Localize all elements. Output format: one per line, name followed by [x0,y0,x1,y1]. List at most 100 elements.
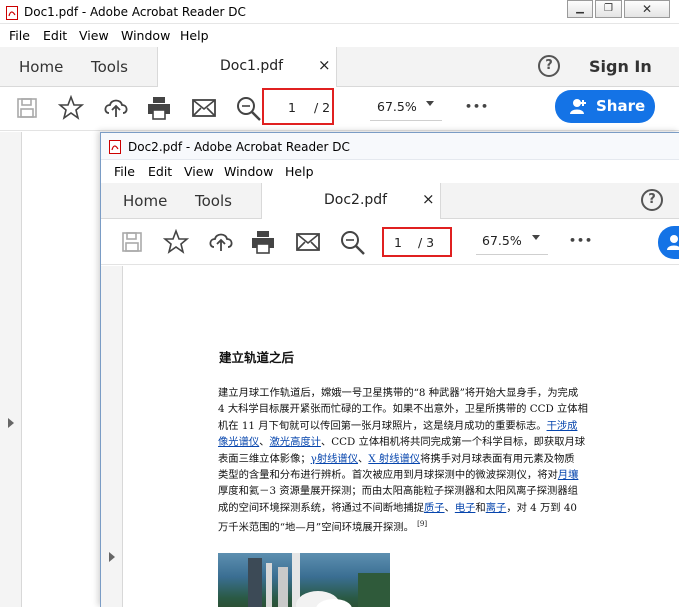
text-line: 成的空间环境探测系统，将通过不间断地捕捉质子、电子和离子，对 4 万到 40 [218,501,577,514]
text-line: 建立月球工作轨道后，嫦娥一号卫星携带的“8 种武器”将开始大显身手，为完成 [218,387,579,399]
share-button[interactable]: Share [555,90,655,123]
pdf-app-icon [6,5,18,20]
text-line: 万千米范围的“地—月”空间环境展开探测。 [9] [218,520,428,534]
tools-tab[interactable]: Tools [195,183,232,219]
zoom-dropdown[interactable]: 67.5% [370,95,442,121]
text-line: 4 大科学目标展开紧张而忙碌的工作。如果不出意外，卫星所携带的 CCD 立体相 [218,403,588,416]
zoom-dropdown[interactable]: 67.5% [476,229,548,255]
link-gamma-spectrometer[interactable]: γ射线谱仪 [311,453,358,465]
doc1-page [22,132,102,607]
expand-panel-arrow-icon[interactable] [8,418,14,428]
help-icon-glyph: ? [648,192,656,207]
help-icon[interactable]: ? [538,55,560,77]
menu-view[interactable]: View [184,161,214,183]
share-label: Share [596,97,646,115]
text-line: 机在 11 月下旬就可以传回第一张月球照片，这是绕月成功的重要标志。干涉成 [218,419,578,432]
maximize-button[interactable]: ❐ [595,0,622,18]
document-tab-label: Doc2.pdf [324,192,388,208]
zoom-value: 67.5% [377,99,417,114]
sign-in-button[interactable]: Sign In [589,47,652,87]
link-xray-spectrometer[interactable]: X 射线谱仪 [368,453,420,465]
document-tab-label: Doc1.pdf [220,58,284,74]
upload-cloud-icon[interactable] [207,229,235,255]
menu-view[interactable]: View [79,25,109,47]
upload-cloud-icon[interactable] [102,95,130,121]
help-icon-glyph: ? [545,58,553,73]
close-window-button[interactable]: ✕ [624,0,670,18]
email-icon[interactable] [295,231,321,253]
share-button[interactable] [658,226,679,259]
chevron-down-icon [532,235,540,240]
main-toolbar: 1 / 3 67.5% ••• [101,219,679,265]
menu-file[interactable]: File [9,25,30,47]
document-tab-doc1[interactable]: Doc1.pdf × [157,47,337,88]
help-icon[interactable]: ? [641,189,663,211]
text-line: 厚度和氦－3 资源量展开探测；而由太阳高能粒子探测器和太阳风离子探测器组 [218,485,578,498]
close-tab-icon[interactable]: × [318,56,331,74]
more-tools-button[interactable]: ••• [465,100,489,113]
menu-help[interactable]: Help [285,161,314,183]
tab-bar: Home Tools Doc2.pdf × ? [101,183,679,220]
link-imaging-spectrometer[interactable]: 像光谱仪 [218,436,259,448]
link-ion[interactable]: 离子 [486,502,507,514]
text-line: 像光谱仪、激光高度计、CCD 立体相机将共同完成第一个科学目标，即获取月球 [218,436,586,449]
home-tab[interactable]: Home [19,47,63,87]
window-titlebar: Doc1.pdf - Adobe Acrobat Reader DC ▁ ❐ ✕ [0,0,679,24]
text-line: 类型的含量和分布进行辨析。首次被应用到月球探测中的微波探测仪，将对月壤 [218,469,579,482]
link-interferometric[interactable]: 干涉成 [547,420,578,432]
page-total: / 2 [314,100,331,115]
document-tab-doc2[interactable]: Doc2.pdf × [261,183,441,220]
page-total: / 3 [418,235,435,250]
minimize-button[interactable]: ▁ [567,0,593,18]
text-line: 表面三维立体影像；γ射线谱仪、X 射线谱仪将携手对月球表面有用元素及物质 [218,452,575,465]
page-current-input[interactable]: 1 [394,235,402,250]
menu-window[interactable]: Window [224,161,273,183]
window-title: Doc1.pdf - Adobe Acrobat Reader DC [24,5,246,19]
save-icon[interactable] [121,231,143,253]
chevron-down-icon [426,101,434,106]
link-lunar-soil[interactable]: 月壤 [558,469,579,481]
page-number-box[interactable]: 1 / 3 [382,227,452,257]
window-titlebar: Doc2.pdf - Adobe Acrobat Reader DC [101,133,679,160]
link-electron[interactable]: 电子 [455,502,476,514]
main-toolbar: 1 / 2 67.5% ••• Share [0,87,679,131]
expand-panel-arrow-icon[interactable] [109,552,115,562]
pdf-app-icon [109,139,121,154]
close-tab-icon[interactable]: × [422,190,435,208]
bookmark-star-icon[interactable] [162,228,190,255]
link-laser-altimeter[interactable]: 激光高度计 [269,436,320,448]
print-icon[interactable] [146,95,172,121]
menu-file[interactable]: File [114,161,135,183]
print-icon[interactable] [250,229,276,255]
more-tools-button[interactable]: ••• [569,234,593,247]
page-number-box[interactable]: 1 / 2 [262,88,334,125]
rocket-launch-image [218,553,390,607]
section-heading: 建立轨道之后 [219,350,295,365]
zoom-search-icon[interactable] [339,229,367,257]
footnote-ref[interactable]: [9] [417,520,427,528]
zoom-value: 67.5% [482,233,522,248]
bookmark-star-icon[interactable] [57,94,85,121]
link-proton[interactable]: 质子 [424,502,445,514]
tools-tab[interactable]: Tools [91,47,128,87]
add-user-icon [569,98,587,116]
add-user-icon [666,234,679,252]
body-paragraph: 建立月球工作轨道后，嫦娥一号卫星携带的“8 种武器”将开始大显身手，为完成 4 … [218,385,648,536]
document-viewport-doc2: 建立轨道之后 建立月球工作轨道后，嫦娥一号卫星携带的“8 种武器”将开始大显身手… [101,266,679,607]
acrobat-window-doc2: Doc2.pdf - Adobe Acrobat Reader DC File … [100,132,679,607]
page-current-input[interactable]: 1 [288,100,296,115]
save-icon[interactable] [16,97,38,119]
email-icon[interactable] [191,97,217,119]
menu-edit[interactable]: Edit [148,161,172,183]
left-panel-collapsed [0,132,22,607]
menu-edit[interactable]: Edit [43,25,67,47]
zoom-search-icon[interactable] [235,95,263,123]
pdf-page: 建立轨道之后 建立月球工作轨道后，嫦娥一号卫星携带的“8 种武器”将开始大显身手… [124,266,679,607]
left-panel-collapsed [101,266,123,607]
menu-window[interactable]: Window [121,25,170,47]
home-tab[interactable]: Home [123,183,167,219]
window-title: Doc2.pdf - Adobe Acrobat Reader DC [128,140,350,154]
tab-bar: Home Tools Doc1.pdf × ? Sign In [0,47,679,88]
menu-help[interactable]: Help [180,25,209,47]
menu-bar: File Edit View Window Help [0,25,679,47]
